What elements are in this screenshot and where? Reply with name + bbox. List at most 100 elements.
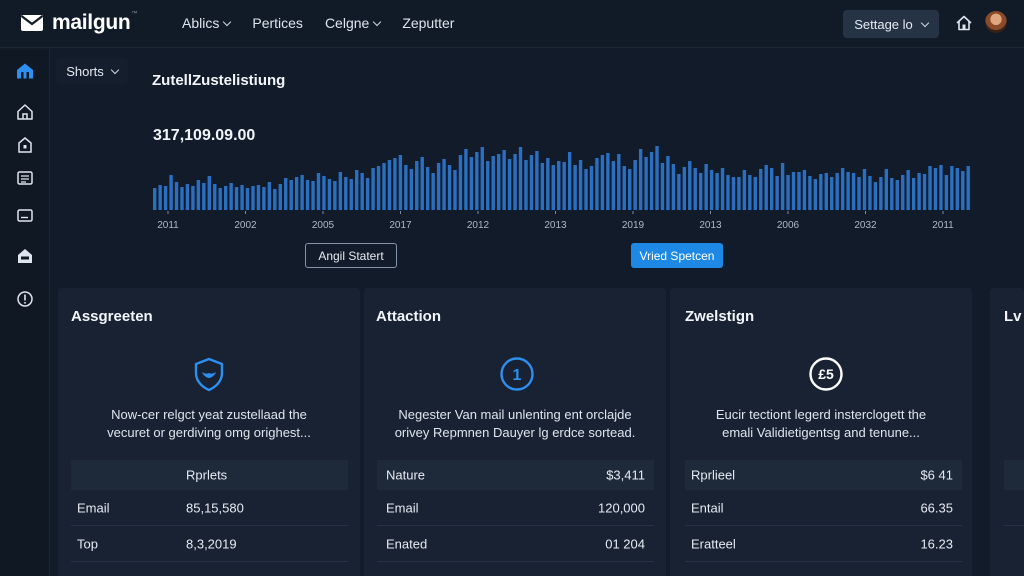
building-icon[interactable] (16, 136, 34, 154)
chart-bar (524, 160, 528, 210)
chart-bar (759, 169, 763, 210)
chart-bar (578, 160, 583, 210)
info-icon[interactable] (16, 290, 34, 308)
table-header: Rprlieel $6 41 (685, 460, 962, 490)
chart-bar (895, 180, 899, 210)
icon-text: £5 (818, 366, 834, 382)
card-assgreeten: Assgreeten Now-cer relgct yeat zustellaa… (58, 288, 360, 576)
chart-bar (906, 170, 910, 210)
dashboard-icon[interactable] (16, 62, 34, 80)
chart-bar (644, 157, 648, 210)
logo[interactable]: mailgun™ (20, 11, 137, 35)
chart-bar (649, 152, 654, 210)
chart-bar (404, 165, 408, 210)
home-outline-icon[interactable] (16, 103, 34, 121)
row-value: 8,3,2019 (186, 536, 237, 551)
table-header (1004, 460, 1024, 490)
table-row[interactable]: Eratteel 16.23 (685, 526, 962, 562)
chart-bar (868, 176, 872, 210)
chart-tick-label: 2032 (854, 220, 877, 231)
row-label: Entail (691, 500, 724, 515)
chart-bar (780, 163, 785, 210)
chart-bar (666, 156, 670, 210)
chart-tick-label: 2011 (157, 220, 179, 231)
chart-bar (289, 180, 293, 210)
chart-bar (191, 186, 195, 210)
chart-bar (922, 174, 927, 210)
chart-bar (540, 163, 545, 210)
chart-bar (786, 175, 790, 210)
chart-bar (207, 176, 211, 210)
chart-bar (409, 169, 414, 210)
number-one-icon: 1 (500, 357, 534, 391)
table-row[interactable]: Email 120,000 (377, 490, 654, 526)
chart-bar (682, 167, 687, 210)
chart-bar (802, 170, 807, 210)
chart-bar (513, 154, 517, 210)
chevron-down-icon (110, 65, 120, 74)
home-icon[interactable] (955, 14, 973, 32)
row-label: Top (77, 536, 98, 551)
message-icon[interactable] (16, 207, 34, 225)
chart-bar (797, 172, 801, 210)
chart-tick-label: 2017 (389, 220, 412, 231)
chart-bar (693, 168, 697, 210)
chart-tick-mark (942, 211, 944, 214)
chart-bar (546, 158, 550, 210)
settings-dropdown[interactable]: Settage lo (843, 10, 939, 38)
table-row[interactable]: Enated 01 204 (377, 526, 654, 562)
chart-bar (769, 168, 774, 210)
chart-bar (840, 168, 845, 210)
chart-tick-mark (322, 211, 324, 214)
nav-celgne[interactable]: Celgne (325, 15, 382, 31)
table-header: Rprlets (71, 460, 348, 490)
chart-tick-label: 2013 (544, 220, 567, 231)
secondary-button[interactable]: Angil Statert (305, 243, 397, 268)
chart-bar (933, 168, 938, 210)
chart-tick-mark (245, 211, 246, 214)
chart-tick-label: 2005 (312, 220, 335, 231)
chevron-down-icon (920, 18, 930, 27)
chart-bar (731, 177, 736, 210)
chart-bar (557, 161, 561, 210)
chart-tick-label: 2006 (777, 220, 800, 231)
card-title: Zwelstign (685, 308, 755, 325)
chart-bar (469, 157, 474, 210)
row-label: Enated (386, 536, 428, 551)
chart-bar (436, 163, 441, 210)
chart-bar (600, 155, 605, 210)
chart-bar (551, 165, 555, 210)
chart-bar (529, 155, 534, 210)
chart-bar (486, 161, 490, 210)
nav-pertices[interactable]: Pertices (252, 15, 303, 31)
chart-bar (791, 172, 796, 210)
chart-bar (447, 165, 452, 210)
chart-bar (393, 158, 397, 210)
chart-bar (944, 175, 949, 210)
chart-bar (622, 166, 626, 210)
chart-bar (415, 161, 419, 210)
shorts-dropdown[interactable]: Shorts (56, 58, 128, 84)
main-nav: Ablics Pertices Celgne Zeputter (182, 15, 454, 31)
card-description-line: Now-cer relgct yeat zustellaad the (111, 407, 307, 422)
chart-bar (955, 168, 960, 210)
chart-bar (573, 165, 577, 210)
table-row[interactable]: Email 85,15,580 (71, 490, 348, 526)
list-icon[interactable] (16, 169, 34, 187)
bar-chart: 2011 2002 2005 2017 2012 2013 2019 2013 2006 2032… (153, 146, 970, 231)
table-row[interactable]: Entail 66.35 (685, 490, 962, 526)
chart-bar (327, 179, 332, 210)
chart-bar (458, 155, 463, 210)
chart-bar (284, 178, 288, 210)
table-row[interactable]: Top 8,3,2019 (71, 526, 348, 562)
primary-button[interactable]: Vried Spetcen (631, 243, 723, 268)
chart-bar (349, 179, 353, 210)
nav-ablics[interactable]: Ablics (182, 15, 232, 31)
nav-zeputter[interactable]: Zeputter (402, 15, 454, 31)
settings-label: Settage lo (854, 16, 913, 32)
chart-bar (360, 173, 364, 210)
store-icon[interactable] (16, 247, 34, 265)
avatar[interactable] (985, 11, 1007, 33)
chart-bar (420, 157, 424, 210)
chart-bar (169, 175, 173, 210)
